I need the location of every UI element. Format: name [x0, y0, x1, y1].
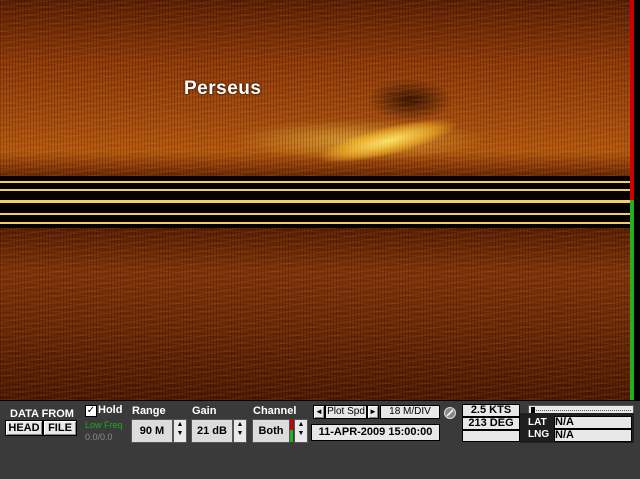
lng-label: LNG: [528, 429, 550, 440]
spin-down-icon[interactable]: ▼: [295, 429, 307, 438]
datetime-display: 11-APR-2009 15:00:00: [311, 424, 440, 441]
plot-speed-prev-button[interactable]: ◄: [313, 405, 325, 419]
range-stepper[interactable]: ▲ ▼: [173, 419, 187, 443]
water-line: [0, 222, 630, 224]
gain-stepper[interactable]: ▲ ▼: [233, 419, 247, 443]
compass-icon: [444, 407, 456, 419]
spin-down-icon[interactable]: ▼: [234, 429, 246, 438]
data-from-label: DATA FROM: [10, 408, 74, 420]
water-line: [0, 189, 630, 191]
head-button[interactable]: HEAD: [5, 420, 43, 436]
sonar-display[interactable]: Perseus: [0, 0, 630, 400]
hold-label: Hold: [98, 404, 123, 416]
channel-port-indicator: [290, 419, 293, 430]
heading-extra-display: [462, 430, 520, 442]
port-channel-bar: [630, 0, 634, 200]
gain-label: Gain: [192, 405, 217, 417]
spin-up-icon[interactable]: ▲: [174, 420, 186, 429]
water-line: [0, 181, 630, 183]
control-panel: DATA FROM HEAD FILE ✓ Hold Low Freq 0.0/…: [0, 401, 640, 479]
lng-value: N/A: [554, 429, 632, 442]
sonar-app: Perseus DATA FROM HEAD FILE ✓ Hold Low F…: [0, 0, 640, 479]
spin-up-icon[interactable]: ▲: [295, 420, 307, 429]
range-label: Range: [132, 405, 166, 417]
channel-stepper[interactable]: ▲ ▼: [294, 419, 308, 443]
water-line: [0, 200, 630, 203]
spin-up-icon[interactable]: ▲: [234, 420, 246, 429]
gps-panel: LAT LNG N/A N/A: [520, 413, 634, 443]
range-field[interactable]: 90 M: [131, 419, 173, 443]
plot-speed-next-button[interactable]: ►: [367, 405, 379, 419]
speed-display: 2.5 KTS: [462, 404, 520, 417]
gain-field[interactable]: 21 dB: [191, 419, 233, 443]
plot-speed-label: Plot Spd: [325, 405, 367, 419]
channel-field[interactable]: Both: [252, 419, 290, 443]
target-label: Perseus: [184, 78, 262, 99]
starboard-channel-bar: [630, 200, 634, 400]
channel-label: Channel: [253, 405, 297, 417]
spin-down-icon[interactable]: ▼: [174, 429, 186, 438]
file-button[interactable]: FILE: [43, 420, 77, 436]
plot-speed-value: 18 M/DIV: [380, 405, 440, 419]
heading-display: 213 DEG: [462, 417, 520, 430]
lat-label: LAT: [528, 417, 547, 428]
lat-value: N/A: [554, 416, 632, 429]
water-line: [0, 213, 630, 215]
hold-counter: 0.0/0.0: [85, 432, 113, 442]
channel-starboard-indicator: [290, 430, 293, 442]
hold-checkbox[interactable]: ✓: [85, 405, 97, 417]
low-freq-label: Low Freq: [85, 420, 123, 430]
